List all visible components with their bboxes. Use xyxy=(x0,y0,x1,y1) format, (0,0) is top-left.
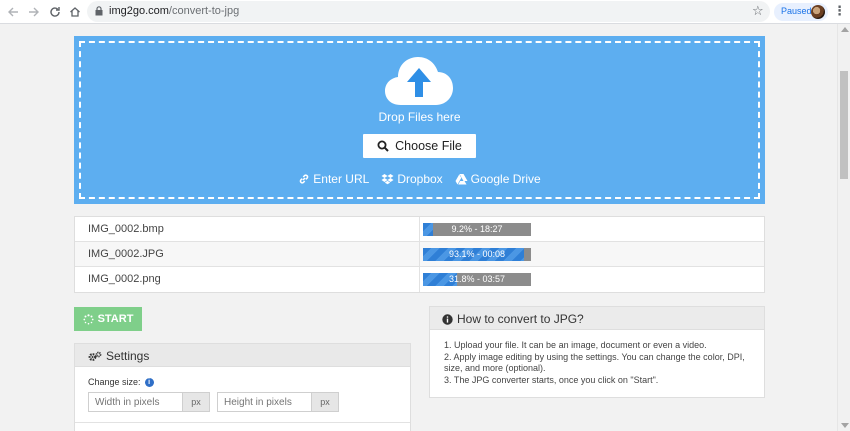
link-icon xyxy=(300,174,309,184)
file-name: IMG_0002.png xyxy=(88,273,161,285)
column-divider xyxy=(419,217,420,241)
cloud-upload-icon xyxy=(385,57,453,105)
settings-header: Settings xyxy=(75,344,410,367)
enter-url-label: Enter URL xyxy=(313,172,370,186)
file-name: IMG_0002.bmp xyxy=(88,223,164,235)
column-divider xyxy=(419,242,420,266)
enter-url-link[interactable]: Enter URL xyxy=(298,172,369,186)
progress-bar: 31.8% - 03:57 xyxy=(423,273,531,286)
howto-step: 1. Upload your file. It can be an image,… xyxy=(444,340,707,350)
spinner-icon xyxy=(82,313,94,324)
height-input[interactable] xyxy=(217,392,312,412)
google-drive-label: Google Drive xyxy=(470,172,541,186)
settings-title-text: Settings xyxy=(106,349,150,363)
file-row: IMG_0002.png 31.8% - 03:57 xyxy=(75,267,764,292)
dropbox-label: Dropbox xyxy=(397,172,443,186)
lock-icon xyxy=(95,6,103,16)
height-unit: px xyxy=(311,392,339,412)
google-drive-icon xyxy=(455,174,468,185)
choose-file-button[interactable]: Choose File xyxy=(363,134,476,158)
progress-text: 9.2% - 18:27 xyxy=(451,224,503,234)
bookmark-star-icon[interactable]: ☆ xyxy=(752,3,764,19)
dropbox-icon xyxy=(381,174,394,185)
browser-toolbar: img2go.com/convert-to-jpg ☆ Paused ⋮ xyxy=(0,0,850,24)
scroll-thumb[interactable] xyxy=(840,71,848,179)
width-input[interactable] xyxy=(88,392,183,412)
file-dropzone[interactable]: Drop Files here Choose File Enter URL Dr… xyxy=(74,36,765,204)
back-arrow-icon[interactable] xyxy=(5,4,21,20)
url-host: img2go.com xyxy=(109,5,169,17)
howto-step: 3. The JPG converter starts, once you cl… xyxy=(444,374,659,385)
dropbox-link[interactable]: Dropbox xyxy=(381,172,443,186)
column-divider xyxy=(419,267,420,292)
google-drive-link[interactable]: Google Drive xyxy=(455,172,541,186)
drop-files-text: Drop Files here xyxy=(378,110,461,124)
width-unit: px xyxy=(182,392,210,412)
profile-status: Paused xyxy=(781,6,812,16)
howto-title-text: How to convert to JPG? xyxy=(457,312,584,326)
divider xyxy=(75,422,410,423)
file-list: IMG_0002.bmp 9.2% - 18:27 IMG_0002.JPG 9… xyxy=(74,216,765,293)
settings-panel: Settings Change size: i px px xyxy=(74,343,411,431)
forward-arrow-icon[interactable] xyxy=(26,4,42,20)
progress-bar: 9.2% - 18:27 xyxy=(423,223,531,236)
scroll-up-arrow-icon[interactable] xyxy=(841,27,849,32)
address-bar[interactable]: img2go.com/convert-to-jpg xyxy=(87,1,770,22)
url-text: img2go.com/convert-to-jpg xyxy=(109,5,239,17)
howto-step: 2. Apply image editing by using the sett… xyxy=(444,351,745,374)
howto-title: How to convert to JPG? xyxy=(442,312,584,326)
progress-text: 31.8% - 03:57 xyxy=(448,274,506,284)
search-icon xyxy=(377,140,389,152)
settings-title: Settings xyxy=(88,349,149,363)
home-icon[interactable] xyxy=(67,4,83,20)
start-button[interactable]: START xyxy=(74,307,142,331)
info-circle-icon xyxy=(442,313,453,325)
change-size-label: Change size: i xyxy=(88,377,154,387)
file-row: IMG_0002.JPG 93.1% - 00:08 xyxy=(75,242,764,267)
howto-steps: 1. Upload your file. It can be an image,… xyxy=(444,340,760,386)
upload-sources: Enter URL Dropbox Google Drive xyxy=(74,172,765,186)
page-scrollbar[interactable] xyxy=(837,24,850,431)
progress-text: 93.1% - 00:08 xyxy=(448,249,506,259)
profile-button[interactable]: Paused xyxy=(774,3,828,21)
file-name: IMG_0002.JPG xyxy=(88,248,164,260)
info-icon[interactable]: i xyxy=(144,377,154,387)
avatar xyxy=(811,5,825,19)
start-label: START xyxy=(97,313,134,325)
progress-bar: 93.1% - 00:08 xyxy=(423,248,531,261)
choose-file-label: Choose File xyxy=(395,139,462,153)
menu-kebab-icon[interactable]: ⋮ xyxy=(833,4,846,18)
howto-panel: How to convert to JPG? 1. Upload your fi… xyxy=(429,306,765,398)
url-path: /convert-to-jpg xyxy=(168,5,240,17)
howto-header: How to convert to JPG? xyxy=(430,307,764,330)
gears-icon xyxy=(88,351,102,361)
reload-icon[interactable] xyxy=(47,4,63,20)
file-row: IMG_0002.bmp 9.2% - 18:27 xyxy=(75,217,764,242)
change-size-text: Change size: xyxy=(88,377,141,387)
scroll-down-arrow-icon[interactable] xyxy=(841,423,849,428)
